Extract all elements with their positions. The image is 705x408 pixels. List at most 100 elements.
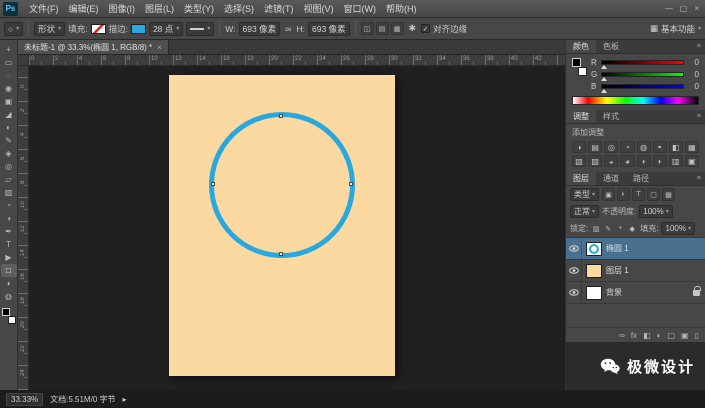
lock-pixels-icon[interactable]: ✎ (603, 223, 613, 234)
gear-icon[interactable]: ✱ (407, 23, 419, 34)
menu-item[interactable]: 编辑(E) (64, 0, 104, 17)
link-layers-icon[interactable]: ∞ (619, 331, 625, 340)
layer-thumbnail[interactable] (586, 285, 602, 300)
layer-filter-select[interactable]: 类型 ▾ (570, 188, 600, 201)
selective-color-icon[interactable]: ▣ (684, 155, 699, 167)
menu-item[interactable]: 选择(S) (219, 0, 259, 17)
blend-mode-select[interactable]: 正常 ▾ (570, 205, 600, 218)
panel-menu-icon[interactable]: ≡ (693, 110, 705, 123)
zoom-level-field[interactable]: 33.33% (6, 392, 44, 406)
shape-filter-icon[interactable]: ▢ (647, 188, 661, 201)
curves-icon[interactable]: ◎ (604, 141, 619, 153)
invert-icon[interactable]: ◕ (620, 155, 635, 167)
slider-knob-icon[interactable] (601, 77, 607, 81)
pen-tool[interactable]: ✒ (1, 225, 17, 238)
layer-group-icon[interactable]: ▢ (667, 331, 675, 340)
quick-selection-tool[interactable]: ◉ (1, 82, 17, 95)
tab-swatches[interactable]: 色板 (596, 40, 626, 53)
eyedropper-tool[interactable]: ◢ (1, 108, 17, 121)
maximize-icon[interactable]: ▢ (680, 4, 688, 13)
path-selection-tool[interactable]: ▶ (1, 251, 17, 264)
anchor-point-top[interactable] (279, 114, 283, 118)
color-spectrum-ramp[interactable] (572, 96, 699, 105)
menu-item[interactable]: 视图(V) (299, 0, 339, 17)
opacity-field[interactable]: 100% ▾ (639, 205, 673, 218)
foreground-color-swatch[interactable] (572, 58, 581, 67)
foreground-background-swatches[interactable] (1, 308, 16, 324)
canvas[interactable] (29, 66, 565, 390)
clone-stamp-tool[interactable]: ◈ (1, 147, 17, 160)
fill-field[interactable]: 100% ▾ (661, 222, 695, 235)
levels-icon[interactable]: ▤ (588, 141, 603, 153)
close-document-icon[interactable]: × (157, 43, 162, 52)
fill-swatch[interactable] (90, 23, 106, 34)
layer-row-ellipse-1[interactable]: 椭圆 1 (566, 238, 705, 260)
background-color-swatch[interactable] (7, 316, 16, 324)
close-icon[interactable]: × (694, 4, 699, 13)
posterize-icon[interactable]: ◖ (636, 155, 651, 167)
tab-color[interactable]: 颜色 (566, 40, 596, 53)
eraser-tool[interactable]: ▱ (1, 173, 17, 186)
menu-item[interactable]: 窗口(W) (339, 0, 382, 17)
crop-tool[interactable]: ▣ (1, 95, 17, 108)
anchor-point-right[interactable] (349, 182, 353, 186)
visibility-toggle[interactable] (566, 238, 582, 259)
align-edges-checkbox[interactable]: ✓ (421, 24, 431, 33)
menu-item[interactable]: 帮助(H) (381, 0, 422, 17)
hue-saturation-icon[interactable]: ◓ (652, 141, 667, 153)
path-alignment-icon[interactable]: ▤ (375, 22, 389, 35)
panel-color-swatches[interactable] (572, 58, 587, 76)
layer-thumbnail[interactable] (586, 263, 602, 278)
blue-slider[interactable] (601, 84, 684, 93)
layer-thumbnail[interactable] (586, 241, 602, 256)
adjustment-filter-icon[interactable]: ◐ (617, 188, 631, 201)
menu-item[interactable]: 图像(I) (104, 0, 141, 17)
lock-all-icon[interactable]: ◆ (627, 223, 637, 234)
green-slider[interactable] (601, 72, 684, 81)
visibility-toggle[interactable] (566, 260, 582, 281)
slider-knob-icon[interactable] (601, 89, 607, 93)
anchor-point-bottom[interactable] (279, 252, 283, 256)
type-tool[interactable]: T (1, 238, 17, 251)
color-balance-icon[interactable]: ◧ (668, 141, 683, 153)
red-slider[interactable] (601, 60, 684, 69)
layer-name[interactable]: 背景 (606, 287, 622, 298)
dodge-tool[interactable]: ◑ (1, 212, 17, 225)
green-value[interactable]: 0 (687, 70, 699, 79)
new-layer-icon[interactable]: ▣ (681, 331, 689, 340)
minimize-icon[interactable]: — (665, 4, 673, 13)
panel-menu-icon[interactable]: ≡ (693, 40, 705, 53)
ellipse-shape[interactable] (209, 112, 355, 258)
layer-name[interactable]: 图层 1 (606, 265, 629, 276)
stroke-style-select[interactable]: ▾ (186, 21, 215, 36)
gradient-map-icon[interactable]: ▥ (668, 155, 683, 167)
pixel-filter-icon[interactable]: ▣ (602, 188, 616, 201)
blue-value[interactable]: 0 (687, 82, 699, 91)
tab-paths[interactable]: 路径 (626, 172, 656, 185)
layer-row-layer-1[interactable]: 图层 1 (566, 260, 705, 282)
lock-transparent-icon[interactable]: ▨ (591, 223, 601, 234)
adjustment-layer-icon[interactable]: ◐ (657, 331, 662, 340)
ellipse-shape-tool[interactable]: □ (0, 264, 17, 277)
delete-layer-icon[interactable]: ▯ (695, 331, 699, 340)
vibrance-icon[interactable]: ◍ (636, 141, 651, 153)
slider-knob-icon[interactable] (601, 65, 607, 69)
menu-item[interactable]: 文件(F) (24, 0, 64, 17)
threshold-icon[interactable]: ◗ (652, 155, 667, 167)
status-arrow-icon[interactable]: ▸ (123, 395, 127, 404)
black-white-icon[interactable]: ▦ (684, 141, 699, 153)
workspace-switcher[interactable]: ▦ 基本功能 ▾ (650, 23, 701, 35)
gradient-tool[interactable]: ▨ (1, 186, 17, 199)
hand-tool[interactable]: ◖ (1, 277, 17, 290)
background-color-swatch[interactable] (578, 67, 587, 76)
photo-filter-icon[interactable]: ▧ (572, 155, 587, 167)
document-canvas[interactable] (169, 75, 395, 376)
color-lookup-icon[interactable]: ◒ (604, 155, 619, 167)
anchor-point-left[interactable] (211, 182, 215, 186)
healing-brush-tool[interactable]: ◐ (1, 121, 17, 134)
marquee-tool[interactable]: ▭ (1, 56, 17, 69)
visibility-toggle[interactable] (566, 282, 582, 303)
link-dimensions-icon[interactable]: ∞ (283, 24, 293, 34)
menu-item[interactable]: 滤镜(T) (259, 0, 299, 17)
stroke-swatch[interactable] (130, 23, 146, 34)
